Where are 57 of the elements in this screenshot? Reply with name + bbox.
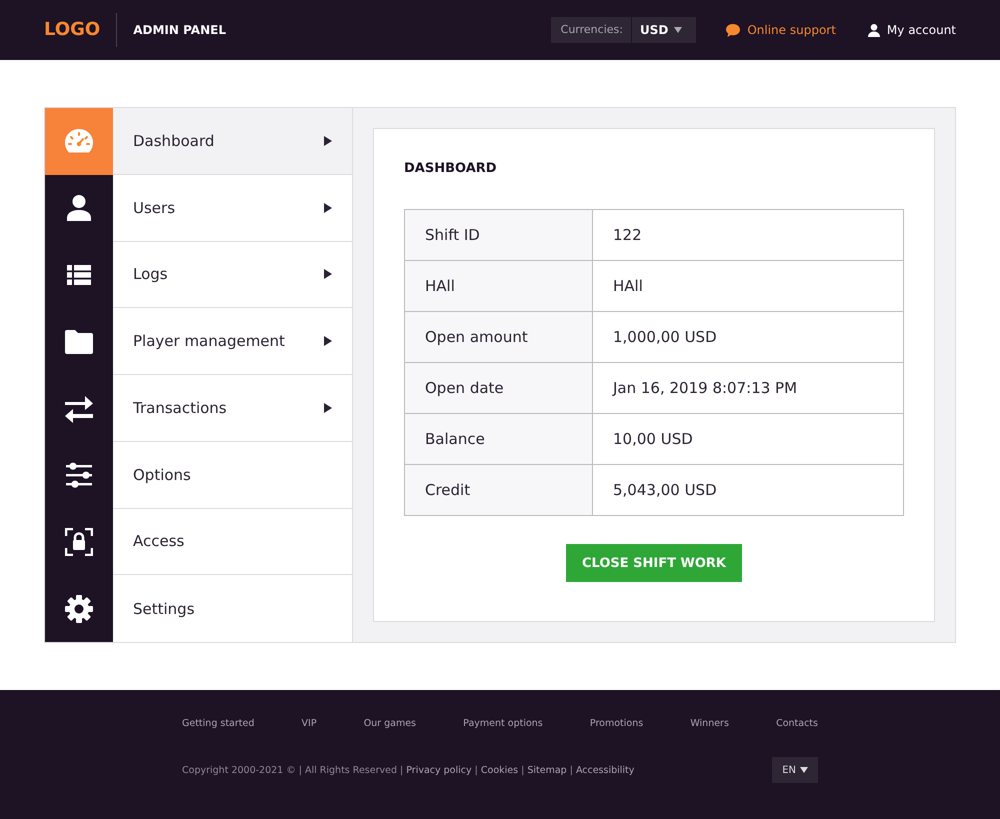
caret-icon bbox=[674, 27, 682, 33]
gauge-icon bbox=[65, 129, 93, 154]
panel-title: ADMIN PANEL bbox=[133, 23, 226, 37]
legal-link[interactable]: Cookies bbox=[480, 764, 518, 776]
menu-item[interactable]: Transactions bbox=[113, 375, 352, 442]
currency-label: Currencies: bbox=[550, 17, 632, 43]
footer-link[interactable]: VIP bbox=[302, 718, 317, 729]
submenu-arrow-icon bbox=[324, 202, 332, 213]
footer-link[interactable]: Winners bbox=[690, 718, 729, 729]
table-label-cell: Open amount bbox=[404, 312, 592, 362]
table-label-cell: Balance bbox=[404, 414, 592, 464]
table-value-cell: Jan 16, 2019 8:07:13 PM bbox=[592, 362, 904, 414]
table-label-cell: Credit bbox=[404, 464, 592, 516]
my-account-link[interactable]: My account bbox=[868, 23, 956, 37]
table-value-cell: 5,043,00 USD bbox=[592, 464, 904, 516]
menu-item[interactable]: Logs bbox=[113, 242, 352, 308]
legal-link[interactable]: Accessibility bbox=[576, 764, 634, 776]
padlock-icon bbox=[65, 528, 93, 556]
list-icon bbox=[67, 264, 91, 285]
table-label-cell: Shift ID bbox=[404, 210, 592, 260]
menu-item[interactable]: Settings bbox=[113, 575, 352, 642]
user-icon bbox=[868, 24, 880, 36]
online-support-link[interactable]: Online support bbox=[726, 23, 836, 37]
menu-icon-tile[interactable] bbox=[45, 108, 113, 175]
footer-link[interactable]: Getting started bbox=[182, 718, 254, 729]
table-label-cell: HAll bbox=[404, 260, 592, 312]
menu-item[interactable]: Dashboard bbox=[113, 108, 352, 175]
language-dropdown[interactable]: EN bbox=[772, 757, 818, 783]
footer-link[interactable]: Payment options bbox=[463, 718, 543, 729]
menu-item[interactable]: Options bbox=[113, 442, 352, 508]
dashboard-title: DASHBOARD bbox=[404, 161, 498, 176]
caret-icon bbox=[800, 767, 808, 773]
folder-icon bbox=[65, 330, 93, 354]
copyright-text: Copyright 2000-2021 © | All Rights Reserved | Privacy policy | Cookies | Sitemap | Accessibility bbox=[182, 764, 634, 776]
sliders-icon bbox=[66, 462, 92, 488]
footer-link[interactable]: Contacts bbox=[776, 718, 818, 729]
legal-link[interactable]: Sitemap bbox=[527, 764, 567, 776]
table-value-cell: 10,00 USD bbox=[592, 414, 904, 464]
table-label-cell: Open date bbox=[404, 362, 592, 414]
menu-item[interactable]: Access bbox=[113, 508, 352, 576]
footer-link[interactable]: Our games bbox=[364, 718, 416, 729]
legal-link[interactable]: Privacy policy bbox=[406, 764, 472, 776]
chat-bubble-icon bbox=[726, 24, 740, 36]
submenu-arrow-icon bbox=[324, 402, 332, 413]
currency-dropdown[interactable]: USD bbox=[632, 17, 696, 43]
transfer-arrows-icon bbox=[65, 393, 93, 424]
menu-item[interactable]: Users bbox=[113, 174, 352, 242]
submenu-arrow-icon bbox=[324, 336, 332, 346]
menu-item[interactable]: Player management bbox=[113, 308, 352, 375]
footer-link[interactable]: Promotions bbox=[590, 718, 644, 729]
table-value-cell: HAll bbox=[592, 260, 904, 312]
logo[interactable]: LOGO bbox=[44, 13, 118, 47]
table-value-cell: 122 bbox=[592, 210, 904, 260]
user-icon bbox=[67, 195, 91, 222]
submenu-arrow-icon bbox=[324, 269, 332, 280]
table-value-cell: 1,000,00 USD bbox=[592, 312, 904, 362]
submenu-arrow-icon bbox=[324, 136, 332, 146]
